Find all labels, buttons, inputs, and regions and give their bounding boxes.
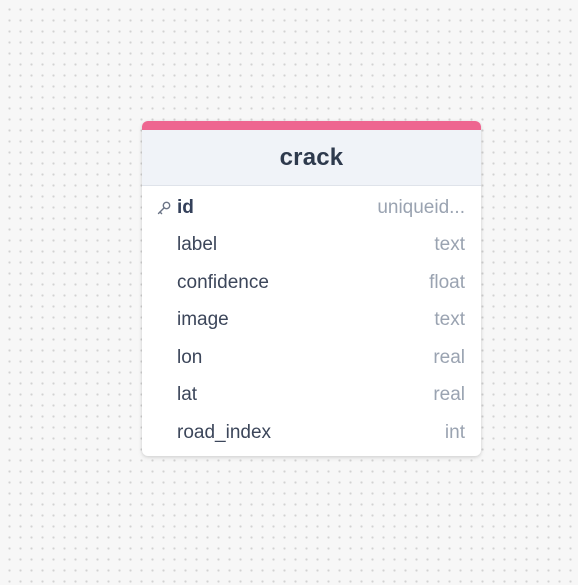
column-row-lon[interactable]: lon real: [142, 339, 481, 377]
table-header[interactable]: crack: [142, 130, 481, 186]
table-title: crack: [279, 143, 344, 171]
column-type: real: [433, 346, 465, 368]
column-type: text: [434, 309, 465, 331]
column-name: id: [177, 196, 194, 218]
column-type: real: [433, 384, 465, 406]
key-icon: [157, 201, 171, 215]
column-row-road-index[interactable]: road_index int: [142, 414, 481, 452]
column-name: image: [177, 309, 229, 331]
column-row-confidence[interactable]: confidence float: [142, 264, 481, 302]
column-name: lat: [177, 384, 198, 406]
table-node-crack[interactable]: crack id uniqueid... label text confiden…: [142, 121, 481, 456]
column-row-id[interactable]: id uniqueid...: [142, 189, 481, 227]
table-color-bar: [142, 121, 481, 130]
column-type: uniqueid...: [377, 196, 465, 218]
column-name: confidence: [177, 271, 269, 293]
column-name: label: [177, 234, 218, 256]
column-type: float: [429, 271, 465, 293]
column-name: road_index: [177, 421, 272, 443]
column-type: int: [444, 421, 465, 443]
column-row-lat[interactable]: lat real: [142, 377, 481, 415]
column-row-image[interactable]: image text: [142, 302, 481, 340]
column-list: id uniqueid... label text confidence flo…: [142, 186, 481, 452]
column-name: lon: [177, 346, 203, 368]
diagram-canvas[interactable]: crack id uniqueid... label text confiden…: [0, 0, 578, 585]
column-row-label[interactable]: label text: [142, 227, 481, 265]
column-type: text: [434, 234, 465, 256]
